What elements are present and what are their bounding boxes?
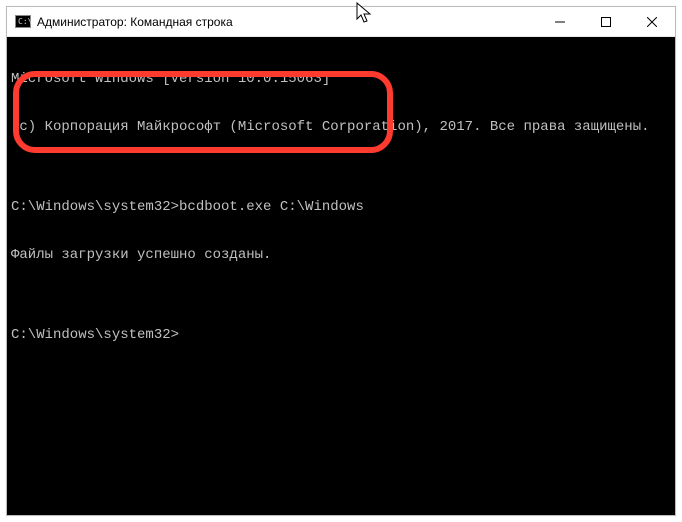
- cmd-icon: C:\: [15, 14, 31, 30]
- window-title: Администратор: Командная строка: [37, 15, 233, 29]
- command-prompt-window: C:\ Администратор: Командная строка Micr…: [6, 6, 676, 516]
- minimize-button[interactable]: [537, 7, 583, 36]
- terminal-area[interactable]: Microsoft Windows [Version 10.0.15063] (…: [7, 37, 675, 515]
- terminal-line: (c) Корпорация Майкрософт (Microsoft Cor…: [11, 119, 671, 135]
- terminal-line: Файлы загрузки успешно созданы.: [11, 247, 671, 263]
- terminal-line: C:\Windows\system32>: [11, 327, 671, 343]
- terminal-line: Microsoft Windows [Version 10.0.15063]: [11, 71, 671, 87]
- window-controls: [537, 7, 675, 36]
- maximize-button[interactable]: [583, 7, 629, 36]
- titlebar[interactable]: C:\ Администратор: Командная строка: [7, 7, 675, 37]
- close-button[interactable]: [629, 7, 675, 36]
- terminal-line: C:\Windows\system32>bcdboot.exe C:\Windo…: [11, 199, 671, 215]
- svg-text:C:\: C:\: [18, 17, 31, 26]
